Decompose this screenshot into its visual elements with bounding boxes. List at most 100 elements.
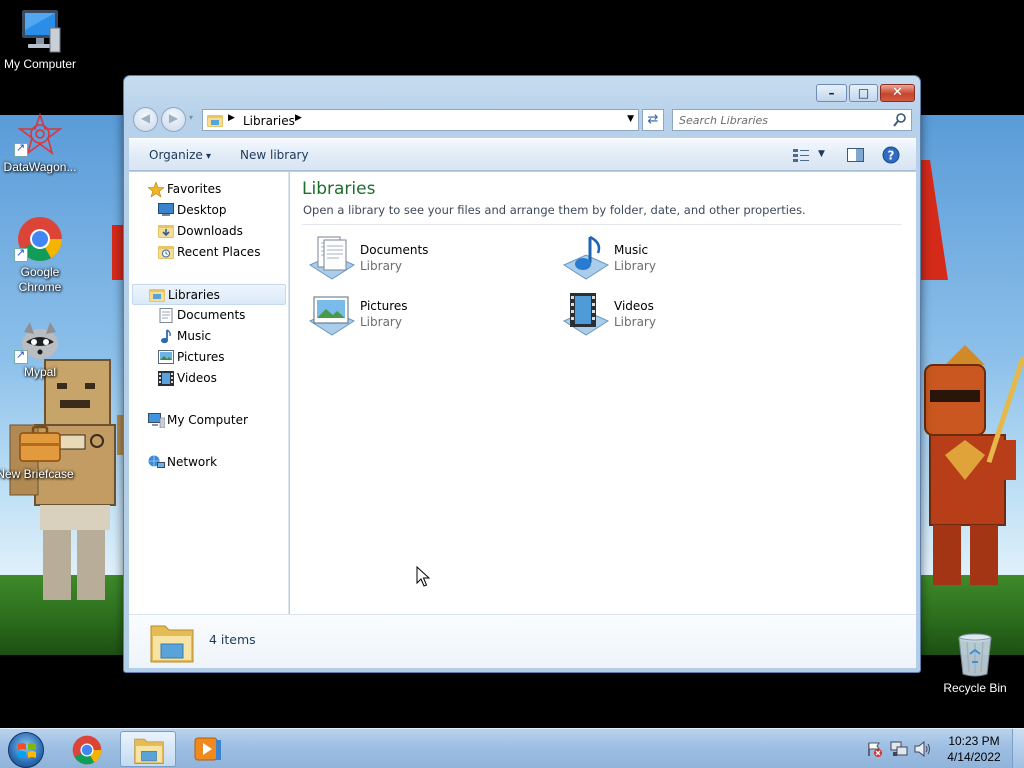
libraries-folder-icon	[150, 625, 194, 663]
library-name: Documents	[360, 243, 429, 257]
explorer-window: – □ ✕ ◀ ▶ ▾ ▶ Libraries ▶ ▼ ⇄ Organize N…	[123, 75, 921, 673]
desktop-icon-label: My Computer	[3, 57, 77, 71]
network-globe-icon	[148, 455, 165, 468]
desktop-icon-recycle-bin[interactable]: Recycle Bin	[935, 632, 1015, 695]
nav-favorites[interactable]: Favorites	[129, 179, 287, 200]
system-clock[interactable]: 10:23 PM 4/14/2022	[945, 733, 1003, 765]
desktop-icon	[158, 203, 174, 216]
forward-button[interactable]: ▶	[161, 107, 186, 132]
library-item-pictures[interactable]: Pictures Library	[306, 291, 526, 343]
breadcrumb-separator-icon[interactable]: ▶	[295, 113, 302, 123]
nav-desktop[interactable]: Desktop	[129, 200, 287, 221]
help-icon[interactable]: ?	[882, 146, 900, 164]
search-box[interactable]	[672, 109, 912, 131]
library-name: Music	[614, 243, 649, 257]
breadcrumb-separator-icon[interactable]: ▶	[228, 113, 235, 123]
taskbar-explorer-button[interactable]	[120, 731, 176, 767]
mouse-cursor-icon	[416, 566, 430, 587]
nav-label: My Computer	[167, 413, 248, 427]
show-desktop-button[interactable]	[1012, 729, 1024, 768]
windows-logo-icon	[18, 743, 36, 758]
chrome-icon	[72, 735, 102, 765]
computer-icon	[22, 10, 61, 53]
close-icon: ✕	[892, 85, 903, 100]
taskbar: 10:23 PM 4/14/2022	[0, 728, 1024, 768]
briefcase-icon	[19, 425, 61, 462]
nav-network[interactable]: Network	[129, 452, 287, 473]
organize-button[interactable]: Organize	[149, 148, 211, 162]
documents-library-icon	[308, 236, 356, 280]
nav-label: Videos	[177, 371, 217, 385]
nav-music[interactable]: Music	[129, 326, 287, 347]
nav-videos[interactable]: Videos	[129, 368, 287, 389]
desktop-icon-new-briefcase[interactable]: New Briefcase	[0, 424, 80, 481]
desktop-icon-label: Mypal	[23, 365, 56, 379]
refresh-icon: ⇄	[647, 112, 659, 127]
clock-time: 10:23 PM	[948, 734, 1000, 748]
volume-icon[interactable]	[914, 741, 932, 757]
library-type: Library	[614, 259, 656, 273]
view-options-dropdown[interactable]: ▼	[818, 149, 825, 159]
desktop-icon-my-computer[interactable]: My Computer	[0, 8, 80, 71]
clock-date: 4/14/2022	[947, 750, 1001, 764]
address-history-dropdown[interactable]: ▼	[627, 114, 634, 124]
command-bar: Organize New library ▼ ?	[129, 138, 916, 171]
recent-places-icon	[158, 246, 174, 259]
nav-documents[interactable]: Documents	[129, 305, 287, 326]
page-title: Libraries	[302, 179, 376, 199]
maximize-button[interactable]: □	[849, 84, 878, 102]
nav-downloads[interactable]: Downloads	[129, 221, 287, 242]
content-pane: Libraries Open a library to see your fil…	[290, 172, 916, 614]
maximize-icon: □	[857, 86, 870, 100]
change-view-icon[interactable]	[793, 148, 809, 162]
close-button[interactable]: ✕	[880, 84, 915, 102]
pictures-icon	[158, 350, 174, 364]
nav-my-computer[interactable]: My Computer	[129, 410, 287, 431]
start-button[interactable]	[8, 732, 44, 768]
nav-label: Desktop	[177, 203, 227, 217]
recent-pages-dropdown[interactable]: ▾	[189, 113, 193, 122]
taskbar-chrome-button[interactable]	[60, 731, 116, 767]
minimize-button[interactable]: –	[816, 84, 847, 102]
preview-pane-icon[interactable]	[847, 148, 864, 162]
breadcrumb-libraries[interactable]: Libraries	[243, 114, 295, 128]
network-status-icon[interactable]	[890, 741, 908, 757]
action-center-flag-icon[interactable]	[866, 741, 882, 757]
nav-label: Libraries	[168, 288, 220, 302]
libraries-folder-icon	[207, 115, 223, 127]
recycle-bin-icon	[958, 633, 992, 677]
library-name: Pictures	[360, 299, 408, 313]
navigation-pane: Favorites Desktop Downloads Recent Place…	[129, 172, 289, 614]
refresh-button[interactable]: ⇄	[642, 109, 664, 131]
library-item-music[interactable]: Music Library	[560, 235, 780, 287]
desktop-icon-label: DataWagon...	[3, 160, 77, 174]
item-count: 4 items	[209, 632, 256, 647]
address-bar[interactable]: ▶ Libraries ▶ ▼	[202, 109, 639, 131]
nav-pictures[interactable]: Pictures	[129, 347, 287, 368]
back-button[interactable]: ◀	[133, 107, 158, 132]
libraries-icon	[149, 289, 165, 302]
library-item-documents[interactable]: Documents Library	[306, 235, 526, 287]
taskbar-media-player-button[interactable]	[180, 731, 236, 767]
svg-text:?: ?	[888, 149, 895, 163]
wallpaper-knight-right	[924, 345, 1024, 585]
divider	[302, 224, 902, 225]
nav-recent-places[interactable]: Recent Places	[129, 242, 287, 263]
desktop-icon-datawagon[interactable]: DataWagon...	[0, 113, 80, 174]
computer-icon	[148, 413, 165, 428]
back-arrow-icon: ◀	[140, 111, 151, 125]
nav-label: Music	[177, 329, 212, 343]
nav-label: Pictures	[177, 350, 225, 364]
details-pane: 4 items	[129, 614, 916, 668]
new-library-button[interactable]: New library	[240, 148, 309, 162]
desktop-icon-label: New Briefcase	[0, 467, 74, 481]
search-input[interactable]	[679, 113, 884, 128]
library-item-videos[interactable]: Videos Library	[560, 291, 780, 343]
videos-filmstrip-icon	[158, 371, 174, 386]
nav-label: Documents	[177, 308, 246, 322]
shortcut-arrow-icon	[14, 141, 28, 157]
desktop-icon-mypal[interactable]: Mypal	[0, 318, 80, 379]
nav-libraries[interactable]: Libraries	[132, 284, 286, 305]
desktop-icon-google-chrome[interactable]: Google Chrome	[0, 216, 80, 295]
nav-label: Favorites	[167, 182, 222, 196]
